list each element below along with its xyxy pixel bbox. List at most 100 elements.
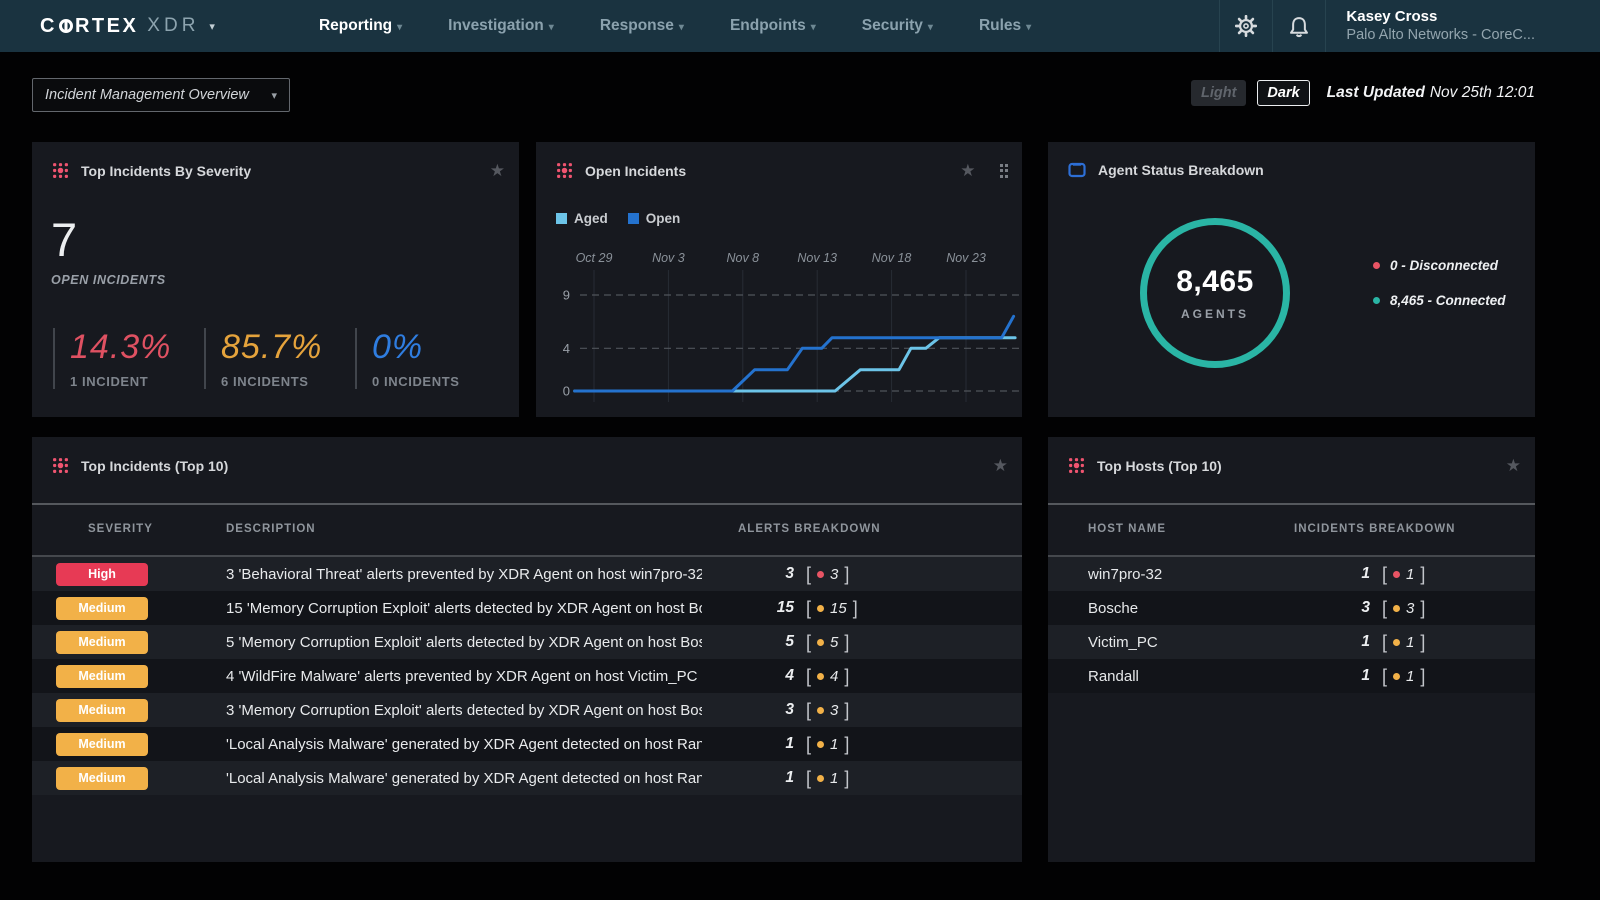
legend-item-aged[interactable]: Aged bbox=[556, 211, 608, 226]
alerts-breakdown: [1] bbox=[806, 768, 849, 789]
table-row[interactable]: Medium 15 'Memory Corruption Exploit' al… bbox=[32, 591, 1022, 625]
stat-label: 1 INCIDENT bbox=[70, 374, 204, 389]
severity-dot bbox=[1393, 571, 1400, 578]
alerts-count: 5 bbox=[830, 634, 838, 651]
nav-item-rules[interactable]: Rules▾ bbox=[979, 17, 1031, 35]
chevron-down-icon: ▾ bbox=[1026, 22, 1031, 33]
favorite-star-icon[interactable]: ★ bbox=[1506, 457, 1521, 474]
bracket: [ bbox=[1382, 630, 1387, 653]
user-name: Kasey Cross bbox=[1346, 8, 1535, 27]
svg-text:Nov 18: Nov 18 bbox=[872, 251, 912, 265]
table-row[interactable]: Medium 'Local Analysis Malware' generate… bbox=[32, 727, 1022, 761]
card-menu-icon[interactable] bbox=[1000, 164, 1009, 178]
hosts-rows: win7pro-32 1 [1] Bosche 3 [3] Victim_PC … bbox=[1048, 557, 1535, 693]
severity-badge: Medium bbox=[56, 631, 148, 654]
incident-description[interactable]: 3 'Behavioral Threat' alerts prevented b… bbox=[226, 566, 702, 583]
incidents-breakdown: [3] bbox=[1382, 598, 1425, 619]
incident-description[interactable]: 5 'Memory Corruption Exploit' alerts det… bbox=[226, 634, 702, 651]
bracket: ] bbox=[844, 630, 849, 653]
column-header-incidents-breakdown: INCIDENTS BREAKDOWN bbox=[1294, 523, 1455, 535]
alerts-count: 1 bbox=[830, 736, 838, 753]
table-row[interactable]: Medium 3 'Memory Corruption Exploit' ale… bbox=[32, 693, 1022, 727]
incident-description[interactable]: 'Local Analysis Malware' generated by XD… bbox=[226, 770, 702, 787]
theme-dark-button[interactable]: Dark bbox=[1257, 80, 1309, 106]
table-row[interactable]: Randall 1 [1] bbox=[1048, 659, 1535, 693]
stat-label: 0 INCIDENTS bbox=[372, 374, 506, 389]
legend-swatch bbox=[556, 213, 567, 224]
bracket: [ bbox=[1382, 596, 1387, 619]
incident-description[interactable]: 4 'WildFire Malware' alerts prevented by… bbox=[226, 668, 702, 685]
incident-description[interactable]: 3 'Memory Corruption Exploit' alerts det… bbox=[226, 702, 702, 719]
open-incidents-label: OPEN INCIDENTS bbox=[51, 273, 166, 287]
nav-item-investigation[interactable]: Investigation▾ bbox=[448, 17, 554, 35]
host-name[interactable]: Bosche bbox=[1088, 600, 1138, 617]
favorite-star-icon[interactable]: ★ bbox=[993, 457, 1008, 474]
incidents-breakdown: [1] bbox=[1382, 564, 1425, 585]
table-row[interactable]: Bosche 3 [3] bbox=[1048, 591, 1535, 625]
stat-label: 6 INCIDENTS bbox=[221, 374, 355, 389]
legend-dot bbox=[1373, 297, 1380, 304]
bracket: [ bbox=[1382, 664, 1387, 687]
nav-item-response[interactable]: Response▾ bbox=[600, 17, 684, 35]
nav-item-endpoints[interactable]: Endpoints▾ bbox=[730, 17, 816, 35]
table-row[interactable]: win7pro-32 1 [1] bbox=[1048, 557, 1535, 591]
table-row[interactable]: Medium 'Local Analysis Malware' generate… bbox=[32, 761, 1022, 795]
incidents-total: 3 bbox=[1310, 599, 1370, 617]
legend-item-disconnected[interactable]: 0 - Disconnected bbox=[1373, 258, 1506, 273]
cortex-xdr-logo: CRTEX XDR ▾ bbox=[40, 15, 215, 38]
notifications-button[interactable] bbox=[1273, 0, 1325, 52]
chevron-down-icon: ▾ bbox=[549, 22, 554, 33]
bracket: ] bbox=[853, 596, 858, 619]
column-header-host-name: HOST NAME bbox=[1088, 523, 1166, 535]
table-row[interactable]: Medium 5 'Memory Corruption Exploit' ale… bbox=[32, 625, 1022, 659]
severity-badge: High bbox=[56, 563, 148, 586]
alerts-total: 1 bbox=[734, 735, 794, 753]
bracket: [ bbox=[806, 562, 811, 585]
open-incidents-chart: Oct 29Nov 3Nov 8Nov 13Nov 18Nov 23049 bbox=[550, 242, 1022, 404]
alerts-count: 3 bbox=[830, 702, 838, 719]
table-row[interactable]: High 3 'Behavioral Threat' alerts preven… bbox=[32, 557, 1022, 591]
incident-description[interactable]: 'Local Analysis Malware' generated by XD… bbox=[226, 736, 702, 753]
severity-dot bbox=[817, 707, 824, 714]
bracket: ] bbox=[1420, 630, 1425, 653]
top-incidents-by-severity-card: Top Incidents By Severity ★ 7 OPEN INCID… bbox=[32, 142, 519, 417]
table-row[interactable]: Medium 4 'WildFire Malware' alerts preve… bbox=[32, 659, 1022, 693]
dashboard-selector-value: Incident Management Overview bbox=[45, 87, 271, 103]
theme-light-button[interactable]: Light bbox=[1191, 80, 1246, 106]
logo-c: C bbox=[40, 15, 57, 38]
divider bbox=[1325, 0, 1326, 52]
favorite-star-icon[interactable]: ★ bbox=[490, 162, 505, 179]
alerts-count: 15 bbox=[830, 600, 847, 617]
favorite-star-icon[interactable]: ★ bbox=[960, 162, 975, 179]
incidents-total: 1 bbox=[1310, 667, 1370, 685]
host-name[interactable]: Randall bbox=[1088, 668, 1139, 685]
alerts-total: 1 bbox=[734, 769, 794, 787]
host-name[interactable]: win7pro-32 bbox=[1088, 566, 1162, 583]
legend-item-open[interactable]: Open bbox=[628, 211, 681, 226]
legend-item-connected[interactable]: 8,465 - Connected bbox=[1373, 293, 1506, 308]
svg-text:4: 4 bbox=[563, 341, 570, 356]
dashboard-selector[interactable]: Incident Management Overview ▾ bbox=[32, 78, 290, 112]
incident-description[interactable]: 15 'Memory Corruption Exploit' alerts de… bbox=[226, 600, 702, 617]
table-row[interactable]: Victim_PC 1 [1] bbox=[1048, 625, 1535, 659]
nav-item-security[interactable]: Security▾ bbox=[862, 17, 933, 35]
user-menu[interactable]: Kasey Cross Palo Alto Networks - CoreC..… bbox=[1346, 8, 1535, 45]
stat-high: 14.3% 1 INCIDENT bbox=[53, 328, 204, 389]
legend-swatch bbox=[628, 213, 639, 224]
stat-percentage: 0% bbox=[372, 328, 506, 367]
severity-dot bbox=[817, 639, 824, 646]
stat-percentage: 85.7% bbox=[221, 328, 355, 367]
brand-chevron-down-icon[interactable]: ▾ bbox=[209, 20, 215, 33]
alerts-count: 3 bbox=[830, 566, 838, 583]
nav-item-reporting[interactable]: Reporting▾ bbox=[319, 17, 402, 35]
settings-button[interactable] bbox=[1220, 0, 1272, 52]
bracket: [ bbox=[806, 766, 811, 789]
column-header-severity: SEVERITY bbox=[88, 523, 153, 535]
incidents-total: 1 bbox=[1310, 633, 1370, 651]
incidents-total: 1 bbox=[1310, 565, 1370, 583]
agent-status-legend: 0 - Disconnected 8,465 - Connected bbox=[1373, 258, 1506, 308]
svg-text:Oct 29: Oct 29 bbox=[576, 251, 613, 265]
severity-stats: 14.3% 1 INCIDENT 85.7% 6 INCIDENTS 0% 0 … bbox=[53, 328, 506, 389]
bracket: [ bbox=[806, 664, 811, 687]
host-name[interactable]: Victim_PC bbox=[1088, 634, 1158, 651]
